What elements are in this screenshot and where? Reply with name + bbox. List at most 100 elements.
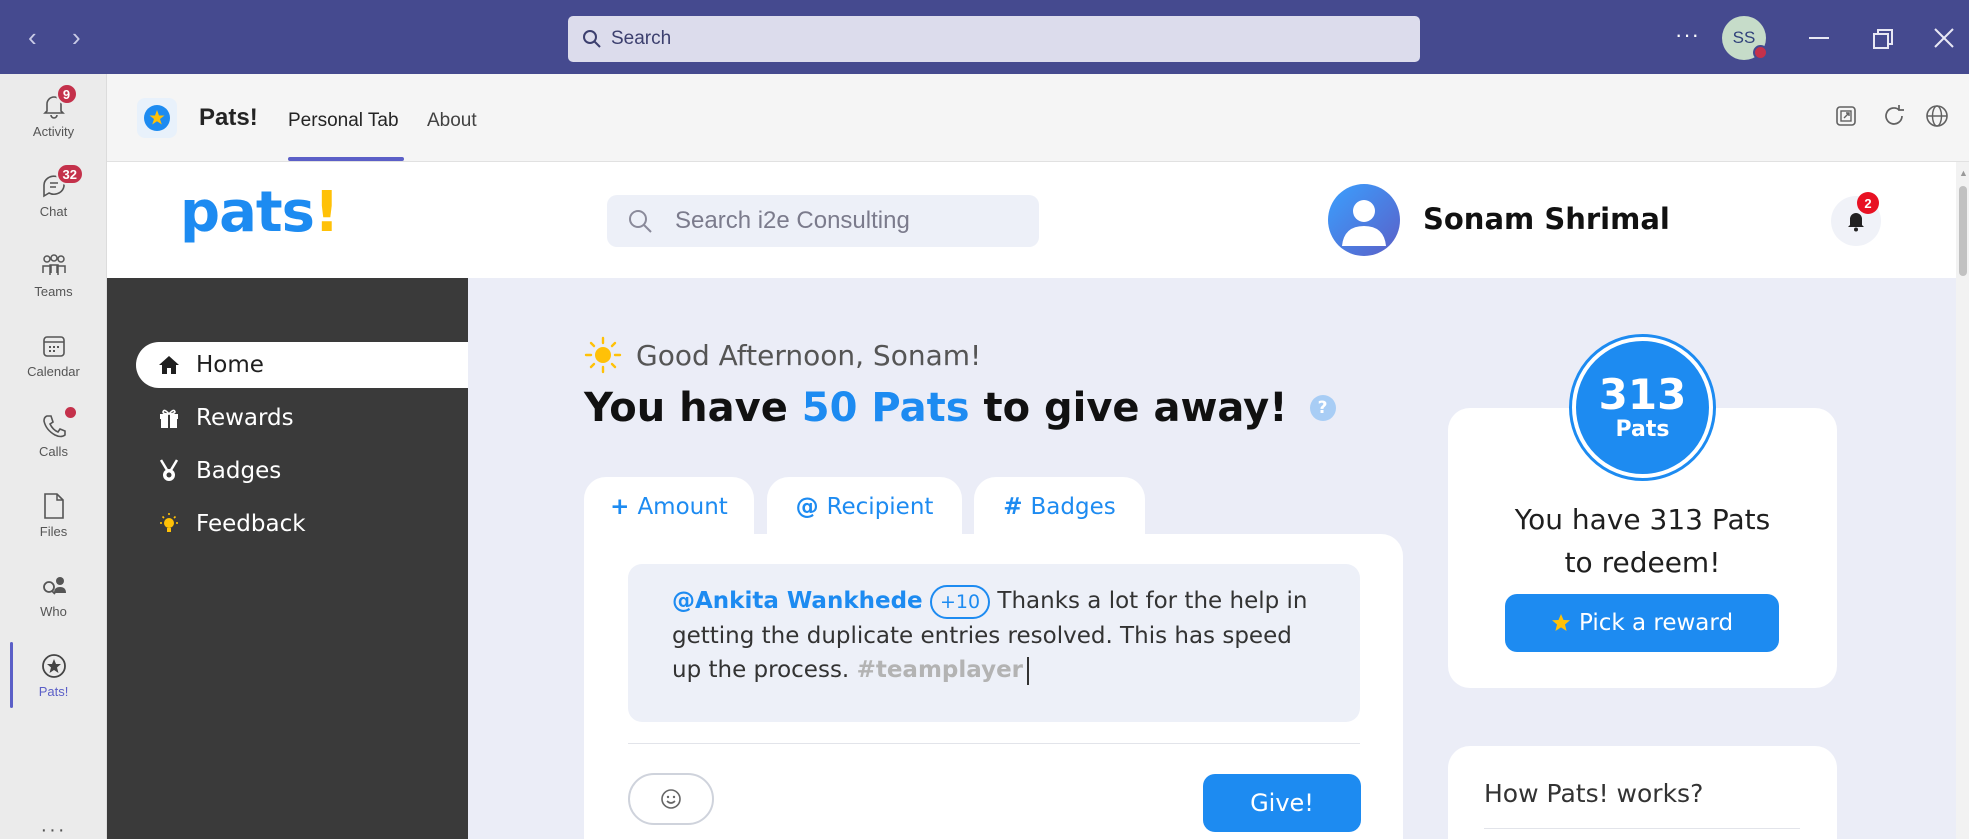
close-icon[interactable] bbox=[1934, 28, 1954, 48]
rail-label: Calls bbox=[39, 444, 68, 459]
tab-about[interactable]: About bbox=[427, 110, 477, 132]
pats-logo-icon bbox=[144, 105, 170, 131]
message-input[interactable]: @Ankita Wankhede +10 Thanks a lot for th… bbox=[628, 564, 1360, 722]
user-initials: SS bbox=[1732, 28, 1756, 47]
minimize-icon[interactable] bbox=[1809, 37, 1829, 41]
rail-item-teams[interactable]: Teams bbox=[0, 236, 107, 314]
app-header: Pats! Personal Tab About bbox=[107, 74, 1969, 162]
nav-label: Feedback bbox=[196, 511, 306, 537]
redeem-line-2: to redeem! bbox=[1564, 546, 1721, 579]
amount-chip[interactable]: +10 bbox=[929, 585, 991, 619]
give-pats-card: @Ankita Wankhede +10 Thanks a lot for th… bbox=[584, 534, 1403, 839]
popout-icon[interactable] bbox=[1835, 104, 1857, 128]
rail-label: Calendar bbox=[27, 364, 80, 379]
gift-icon bbox=[160, 409, 178, 428]
activity-count-badge: 9 bbox=[55, 83, 78, 105]
nav-label: Badges bbox=[196, 458, 282, 484]
pick-reward-button[interactable]: Pick a reward bbox=[1505, 594, 1779, 652]
forward-arrow-icon[interactable]: › bbox=[72, 24, 81, 50]
tab-label: Amount bbox=[637, 494, 728, 520]
profile-avatar[interactable] bbox=[1328, 184, 1400, 256]
headline-highlight: 50 Pats bbox=[801, 385, 970, 431]
pats-header: pats! Search i2e Consulting Sonam Shrima… bbox=[107, 162, 1956, 278]
how-it-works-card[interactable]: How Pats! works? bbox=[1448, 746, 1837, 839]
medal-icon bbox=[159, 459, 179, 481]
nav-item-rewards[interactable]: Rewards bbox=[136, 395, 468, 441]
rail-label: Teams bbox=[34, 284, 73, 299]
recipient-mention[interactable]: @Ankita Wankhede bbox=[672, 588, 923, 614]
recipient-symbol: @ bbox=[795, 494, 819, 520]
calendar-icon bbox=[42, 336, 65, 357]
rail-label: Pats! bbox=[38, 684, 69, 699]
nav-item-badges[interactable]: Badges bbox=[136, 448, 468, 494]
tab-label: Recipient bbox=[826, 494, 934, 520]
org-search-placeholder: Search i2e Consulting bbox=[675, 207, 910, 234]
more-options-button[interactable]: ··· bbox=[1675, 22, 1700, 48]
pick-reward-label: Pick a reward bbox=[1578, 610, 1734, 636]
rail-label: Chat bbox=[39, 204, 68, 219]
greeting: Good Afternoon, Sonam! bbox=[584, 336, 981, 374]
tab-amount[interactable]: + Amount bbox=[584, 477, 754, 537]
global-search-placeholder: Search bbox=[611, 28, 672, 49]
rail-item-files[interactable]: Files bbox=[0, 476, 107, 554]
search-icon bbox=[583, 30, 601, 48]
pats-brand-logo: pats! bbox=[180, 180, 340, 245]
user-silhouette-icon bbox=[1342, 200, 1386, 246]
rail-item-chat[interactable]: 32 Chat bbox=[0, 156, 107, 234]
tab-personal[interactable]: Personal Tab bbox=[288, 110, 399, 132]
pats-brand-logo-text: pats! bbox=[180, 180, 340, 245]
scroll-up-icon[interactable]: ▲ bbox=[1959, 168, 1968, 178]
chat-count-badge: 32 bbox=[55, 163, 84, 185]
rail-item-calls[interactable]: Calls bbox=[0, 396, 107, 474]
scrollbar-thumb[interactable] bbox=[1959, 186, 1967, 276]
globe-icon[interactable] bbox=[1925, 104, 1949, 128]
page-scrollbar[interactable]: ▲ bbox=[1956, 162, 1969, 839]
redeem-line-1: You have 313 Pats bbox=[1514, 503, 1771, 536]
pats-logo-exclamation: ! bbox=[313, 180, 340, 245]
smiley-icon bbox=[661, 789, 681, 809]
nav-item-feedback[interactable]: Feedback bbox=[136, 501, 468, 547]
help-icon[interactable]: ? bbox=[1309, 395, 1336, 421]
emoji-button[interactable] bbox=[628, 773, 714, 825]
search-icon bbox=[629, 210, 652, 233]
back-arrow-icon[interactable]: ‹ bbox=[28, 24, 37, 50]
refresh-icon[interactable] bbox=[1882, 104, 1906, 128]
rail-more-apps-button[interactable]: ··· bbox=[0, 819, 107, 839]
rail-item-activity[interactable]: 9 Activity bbox=[0, 76, 107, 154]
rail-item-pats[interactable]: Pats! bbox=[0, 636, 107, 714]
star-icon bbox=[1551, 614, 1570, 631]
missed-call-dot bbox=[64, 407, 76, 418]
sun-icon bbox=[584, 336, 622, 374]
lightbulb-icon bbox=[160, 513, 178, 532]
pats-balance-headline: You have 50 Pats to give away! ? bbox=[584, 385, 1336, 431]
org-search-input[interactable]: Search i2e Consulting bbox=[607, 195, 1039, 247]
bell-icon bbox=[1848, 213, 1864, 232]
rail-label: Activity bbox=[32, 124, 75, 139]
presence-status-icon bbox=[1753, 45, 1768, 60]
phone-icon bbox=[42, 415, 66, 438]
redeem-text: You have 313 Pats to redeem! bbox=[1448, 498, 1837, 584]
user-avatar[interactable]: SS bbox=[1722, 16, 1768, 60]
notifications-button[interactable]: 2 bbox=[1831, 192, 1881, 246]
home-icon bbox=[159, 356, 179, 374]
text-cursor bbox=[1027, 656, 1030, 685]
tab-recipient[interactable]: @ Recipient bbox=[767, 477, 962, 537]
restore-icon[interactable] bbox=[1872, 28, 1894, 50]
people-icon bbox=[42, 577, 66, 595]
redeemable-count: 313 bbox=[1598, 370, 1687, 419]
rail-item-calendar[interactable]: Calendar bbox=[0, 316, 107, 394]
profile-name: Sonam Shrimal bbox=[1423, 202, 1670, 236]
how-it-works-title: How Pats! works? bbox=[1484, 779, 1704, 808]
give-button[interactable]: Give! bbox=[1203, 774, 1361, 832]
rail-item-who[interactable]: Who bbox=[0, 556, 107, 634]
tab-label: Badges bbox=[1030, 494, 1116, 520]
greeting-text: Good Afternoon, Sonam! bbox=[636, 338, 982, 372]
pats-star-icon bbox=[41, 654, 66, 678]
global-search-input[interactable]: Search bbox=[568, 16, 1420, 62]
amount-symbol: + bbox=[610, 494, 630, 520]
tab-badges[interactable]: # Badges bbox=[974, 477, 1145, 537]
app-title: Pats! bbox=[199, 104, 258, 131]
hashtag: #teamplayer bbox=[856, 657, 1024, 683]
file-icon bbox=[43, 493, 64, 519]
nav-item-home[interactable]: Home bbox=[136, 342, 468, 388]
